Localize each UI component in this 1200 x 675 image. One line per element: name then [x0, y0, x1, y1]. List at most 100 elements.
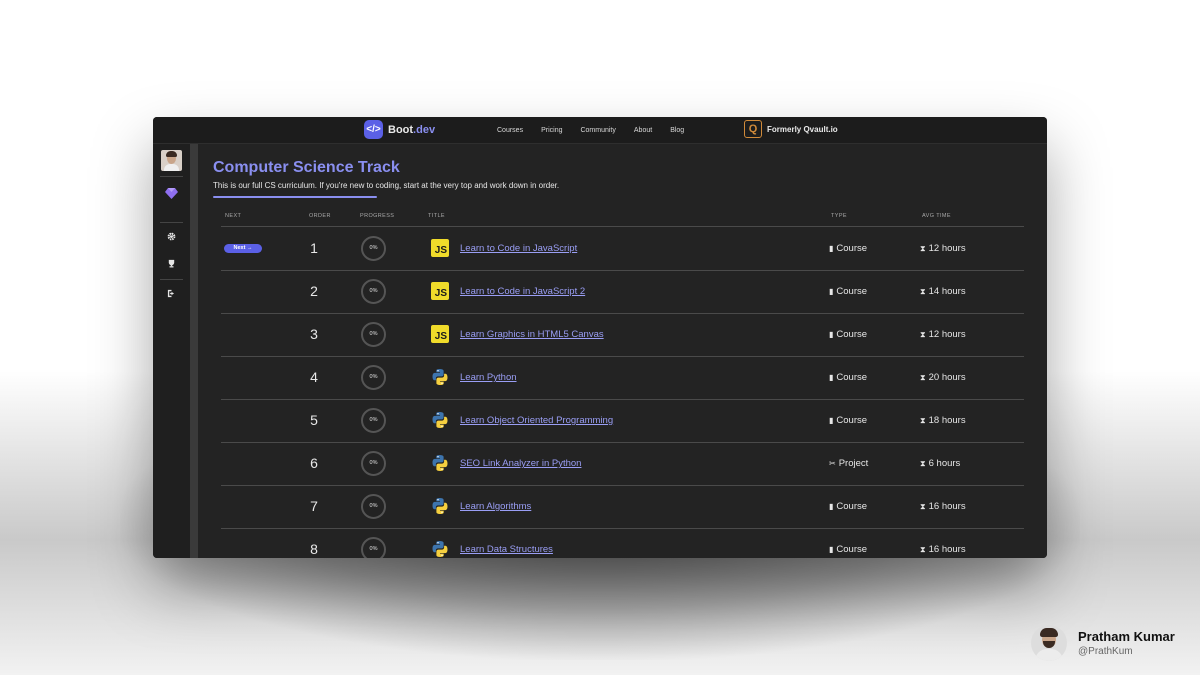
page-title: Computer Science Track: [213, 159, 400, 176]
sidebar-scroll-strip: [190, 144, 198, 558]
nav-link-courses[interactable]: Courses: [497, 127, 523, 134]
javascript-icon: JS: [431, 239, 449, 257]
sidebar: 0: [153, 144, 190, 558]
book-icon: ▮: [829, 330, 834, 339]
progress-ring: 0%: [361, 494, 386, 519]
book-icon: ▮: [829, 416, 834, 425]
hourglass-icon: ⧗: [920, 416, 926, 425]
next-badge[interactable]: Next →: [224, 244, 262, 253]
course-title-link[interactable]: Learn Python: [460, 372, 517, 383]
nav-link-blog[interactable]: Blog: [670, 127, 684, 134]
course-title-link[interactable]: SEO Link Analyzer in Python: [460, 458, 581, 469]
course-title-link[interactable]: Learn to Code in JavaScript: [460, 243, 577, 254]
progress-ring: 0%: [361, 236, 386, 261]
nav-links: Courses Pricing Community About Blog: [497, 117, 702, 143]
avg-time: ⧗ 6 hours: [920, 458, 961, 469]
table-row: Next → 1 0% JS Learn to Code in JavaScript ▮ C…: [221, 227, 1024, 271]
hourglass-icon: ⧗: [920, 244, 926, 253]
course-title-link[interactable]: Learn Algorithms: [460, 501, 531, 512]
progress-ring: 0%: [361, 322, 386, 347]
course-type: ▮ Course: [829, 501, 868, 512]
hourglass-icon: ⧗: [920, 373, 926, 382]
book-icon: ▮: [829, 545, 834, 554]
header-title: TITLE: [428, 213, 445, 219]
hourglass-icon: ⧗: [920, 287, 926, 296]
course-type: ▮ Course: [829, 372, 868, 383]
order-number: 2: [310, 283, 318, 299]
progress-ring: 0%: [361, 537, 386, 558]
avg-time: ⧗ 16 hours: [920, 501, 966, 512]
course-title-link[interactable]: Learn Object Oriented Programming: [460, 415, 613, 426]
brand-name: Boot.dev: [388, 123, 436, 136]
javascript-icon: JS: [431, 325, 449, 343]
table-row: 3 0% JS Learn Graphics in HTML5 Canvas ▮ Cour…: [221, 313, 1024, 357]
python-icon: [431, 454, 449, 472]
book-icon: ▮: [829, 244, 834, 253]
avg-time: ⧗ 16 hours: [920, 544, 966, 555]
nav-link-about[interactable]: About: [634, 127, 652, 134]
python-icon: [431, 540, 449, 558]
logout-icon[interactable]: [153, 289, 190, 301]
nav-link-community[interactable]: Community: [580, 127, 615, 134]
author-avatar: [1031, 625, 1067, 661]
sidebar-divider: [160, 176, 183, 177]
book-icon: ▮: [829, 287, 834, 296]
gem-icon[interactable]: [153, 188, 190, 202]
order-number: 3: [310, 326, 318, 342]
course-title-link[interactable]: Learn Data Structures: [460, 544, 553, 555]
course-type: ▮ Course: [829, 243, 868, 254]
progress-ring: 0%: [361, 451, 386, 476]
order-number: 8: [310, 541, 318, 557]
order-number: 6: [310, 455, 318, 471]
table-row: 6 0% SEO Link Analyzer in Python ✂ Project ⧗ 6…: [221, 442, 1024, 486]
brand[interactable]: </> Boot.dev: [364, 120, 435, 139]
nav-link-pricing[interactable]: Pricing: [541, 127, 562, 134]
avg-time: ⧗ 18 hours: [920, 415, 966, 426]
avg-time: ⧗ 12 hours: [920, 243, 966, 254]
formerly-qvault[interactable]: Q Formerly Qvault.io: [744, 120, 838, 138]
table-row: 2 0% JS Learn to Code in JavaScript 2 ▮ Cours…: [221, 270, 1024, 314]
sidebar-divider: [160, 279, 183, 280]
progress-ring: 0%: [361, 365, 386, 390]
gear-icon[interactable]: [153, 232, 190, 244]
table-row: 8 0% Learn Data Structures ▮ Course ⧗ 16 hours: [221, 528, 1024, 558]
javascript-icon: JS: [431, 282, 449, 300]
course-type: ▮ Course: [829, 286, 868, 297]
python-icon: [431, 411, 449, 429]
hourglass-icon: ⧗: [920, 502, 926, 511]
title-underline: [213, 196, 377, 198]
book-icon: ▮: [829, 502, 834, 511]
table-row: 4 0% Learn Python ▮ Course ⧗ 20 hours: [221, 356, 1024, 400]
boot-dev-logo-icon: </>: [364, 120, 383, 139]
table-row: 5 0% Learn Object Oriented Programming ▮ Cou…: [221, 399, 1024, 443]
top-nav: </> Boot.dev Courses Pricing Community A…: [153, 117, 1047, 144]
order-number: 4: [310, 369, 318, 385]
author-name: Pratham Kumar: [1078, 629, 1175, 644]
order-number: 1: [310, 240, 318, 256]
header-avg-time: AVG TIME: [922, 213, 951, 219]
header-next: NEXT: [225, 213, 242, 219]
formerly-text: Formerly Qvault.io: [767, 124, 838, 134]
hourglass-icon: ⧗: [920, 459, 926, 468]
python-icon: [431, 497, 449, 515]
avatar[interactable]: [161, 150, 182, 171]
header-type: TYPE: [831, 213, 847, 219]
avg-time: ⧗ 12 hours: [920, 329, 966, 340]
order-number: 5: [310, 412, 318, 428]
header-progress: PROGRESS: [360, 213, 395, 219]
course-title-link[interactable]: Learn to Code in JavaScript 2: [460, 286, 585, 297]
course-title-link[interactable]: Learn Graphics in HTML5 Canvas: [460, 329, 604, 340]
browser-window: </> Boot.dev Courses Pricing Community A…: [153, 117, 1047, 558]
qvault-logo-icon: Q: [744, 120, 762, 138]
trophy-icon[interactable]: [153, 259, 190, 271]
python-icon: [431, 368, 449, 386]
main-content: Computer Science Track This is our full …: [198, 144, 1047, 558]
tools-icon: ✂: [829, 459, 836, 468]
sidebar-divider: [160, 222, 183, 223]
hourglass-icon: ⧗: [920, 545, 926, 554]
hourglass-icon: ⧗: [920, 330, 926, 339]
course-type: ▮ Course: [829, 329, 868, 340]
avg-time: ⧗ 20 hours: [920, 372, 966, 383]
book-icon: ▮: [829, 373, 834, 382]
course-type: ✂ Project: [829, 458, 869, 469]
